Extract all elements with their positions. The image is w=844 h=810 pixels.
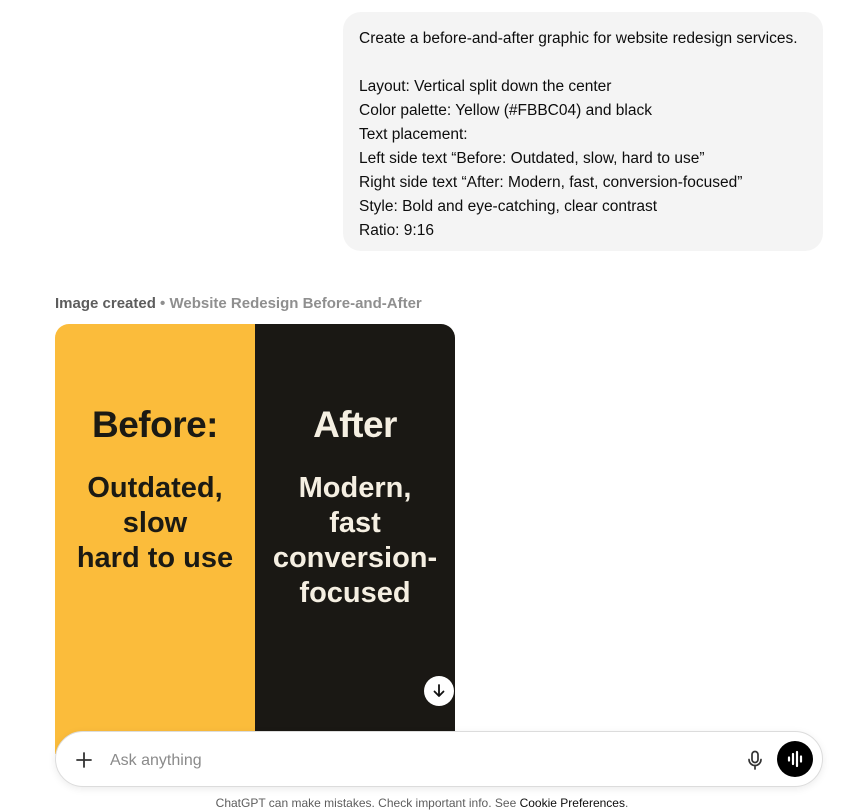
image-status-label: Image created xyxy=(55,295,156,312)
user-message-line: Ratio: 9:16 xyxy=(359,222,434,239)
user-message-line: Create a before-and-after graphic for we… xyxy=(359,30,798,47)
before-panel: Before: Outdated, slow hard to use xyxy=(55,324,255,754)
image-title[interactable]: Website Redesign Before-and-After xyxy=(169,295,421,312)
generated-image[interactable]: Before: Outdated, slow hard to use After… xyxy=(55,324,455,754)
before-text-line: slow xyxy=(122,507,188,539)
user-message-line: Text placement: xyxy=(359,126,468,143)
user-message-line: Right side text “After: Modern, fast, co… xyxy=(359,174,743,191)
voice-mode-button[interactable] xyxy=(777,741,813,777)
before-heading: Before: xyxy=(91,404,219,445)
user-message-line: Color palette: Yellow (#FBBC04) and blac… xyxy=(359,102,652,119)
disclaimer-text: ChatGPT can make mistakes. Check importa… xyxy=(215,796,520,810)
user-message-line: Left side text “Before: Outdated, slow, … xyxy=(359,150,705,167)
download-button[interactable] xyxy=(424,676,454,706)
dictate-button[interactable] xyxy=(743,748,767,772)
user-message-line: Style: Bold and eye-catching, clear cont… xyxy=(359,198,658,215)
after-text-line: focused xyxy=(299,577,411,609)
voice-waveform-icon xyxy=(787,750,803,768)
user-message-bubble: Create a before-and-after graphic for we… xyxy=(343,12,823,251)
caption-separator: • xyxy=(155,295,170,312)
disclaimer: ChatGPT can make mistakes. Check importa… xyxy=(0,796,844,810)
arrow-down-icon xyxy=(433,684,445,697)
plus-icon xyxy=(76,752,92,768)
before-text-line: hard to use xyxy=(76,542,234,574)
before-text-line: Outdated, xyxy=(87,472,223,504)
composer xyxy=(55,731,823,787)
mic-icon xyxy=(748,750,762,770)
after-text-line: conversion- xyxy=(272,542,438,574)
add-attachment-button[interactable] xyxy=(72,748,96,772)
cookie-preferences-link[interactable]: Cookie Preferences xyxy=(520,796,625,810)
after-text-line: fast xyxy=(329,507,381,539)
image-caption: Image created • Website Redesign Before-… xyxy=(55,295,422,312)
disclaimer-end: . xyxy=(624,796,629,810)
user-message-line xyxy=(359,51,807,75)
after-text: Modern, fast conversion- focused xyxy=(255,471,455,611)
after-heading: After xyxy=(313,404,397,445)
after-text-line: Modern, xyxy=(298,472,412,504)
before-text: Outdated, slow hard to use xyxy=(55,471,255,576)
prompt-input[interactable] xyxy=(108,746,712,776)
user-message-line: Layout: Vertical split down the center xyxy=(359,78,612,95)
